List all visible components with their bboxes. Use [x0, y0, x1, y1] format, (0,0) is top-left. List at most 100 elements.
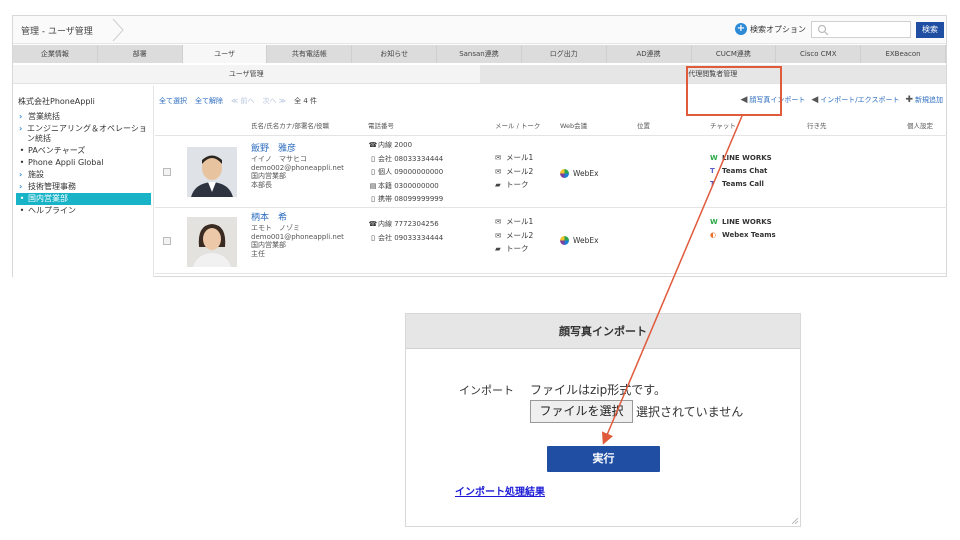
nav-tab[interactable]: Sansan連携	[437, 45, 522, 63]
row-checkbox[interactable]	[163, 168, 171, 176]
choose-file-button[interactable]: ファイルを選択	[530, 400, 633, 423]
phone-entry[interactable]: ☎内線 2000	[368, 139, 443, 153]
webex-label: WebEx	[573, 169, 599, 178]
nav-tab[interactable]: Cisco CMX	[776, 45, 862, 63]
nav-tab[interactable]: 共有電話帳	[267, 45, 353, 63]
user-name-link[interactable]: 柄本 希	[251, 213, 344, 224]
column-header-webmeeting: Web会議	[560, 122, 588, 130]
company-name[interactable]: 株式会社PhoneAppli	[18, 96, 95, 107]
phone-entry[interactable]: ▯ 会社 09033334444	[368, 232, 443, 246]
phone-entry[interactable]: ☎内線 7772304256	[368, 218, 443, 232]
phone-entry[interactable]: ▯ 会社 08033334444	[368, 153, 443, 167]
user-name-block: 飯野 雅彦 イイノ マサヒコ demo002@phoneappli.net 国内…	[251, 144, 344, 189]
nav-tab[interactable]: お知らせ	[352, 45, 438, 63]
user-email: demo002@phoneappli.net	[251, 163, 344, 172]
column-header-phone: 電話番号	[368, 122, 394, 130]
nav-tab[interactable]: 企業情報	[13, 45, 98, 63]
phone-label: 会社 09033334444	[378, 233, 444, 242]
sidebar-item[interactable]: • ヘルプライン	[16, 205, 151, 217]
sidebar-item[interactable]: › 施設	[16, 169, 151, 181]
search-option-label: 検索オプション	[750, 24, 806, 34]
user-name-link[interactable]: 飯野 雅彦	[251, 144, 344, 155]
column-header-mail: メール / トーク	[495, 122, 541, 130]
row-checkbox[interactable]	[163, 237, 171, 245]
column-header-name: 氏名/氏名カナ/部署名/役職	[251, 122, 330, 130]
main-nav-tabs: 企業情報 部署 ユーザ 共有電話帳 お知らせ Sansan連携 ログ出力 AD連携 CUCM連携…	[13, 45, 946, 63]
tab-user-management[interactable]: ユーザ管理	[13, 65, 480, 83]
mail-label: メール1	[506, 153, 534, 162]
deselect-all-link[interactable]: 全て解除	[195, 96, 223, 106]
department-sidebar: 株式会社PhoneAppli › 営業統括 › エンジニアリング＆オペレーション統括 •…	[13, 86, 154, 277]
chat-link[interactable]: ◐ Webex Teams	[710, 229, 776, 242]
table-header: 氏名/氏名カナ/部署名/役職 電話番号 メール / トーク Web会議 位置 チ…	[155, 116, 947, 136]
phone-entry[interactable]: ▯ 個人 09000000000	[368, 166, 443, 180]
phone-entry[interactable]: ▯ 携帯 08099999999	[368, 193, 443, 207]
table-row: 飯野 雅彦 イイノ マサヒコ demo002@phoneappli.net 国内…	[155, 137, 947, 208]
male-avatar-icon	[187, 147, 237, 197]
chat-link[interactable]: W LINE WORKS	[710, 216, 776, 229]
mail-link[interactable]: ✉ メール1	[495, 151, 533, 165]
nav-tab[interactable]: EXBeacon	[861, 45, 946, 63]
sidebar-item-label: Phone Appli Global	[28, 158, 104, 167]
photo-import-highlight	[686, 66, 782, 116]
envelope-icon: ✉	[495, 217, 502, 226]
next-page-link[interactable]: 次へ ≫	[263, 96, 287, 106]
phone-label: 会社 08033334444	[378, 154, 444, 163]
fax-icon: ▤	[369, 181, 377, 190]
search-button[interactable]: 検索	[916, 22, 944, 38]
nav-tab[interactable]: 部署	[98, 45, 183, 63]
chat-link[interactable]: T Teams Chat	[710, 165, 772, 178]
breadcrumb-chevron-icon	[112, 18, 124, 42]
sidebar-item[interactable]: • PAベンチャーズ	[16, 145, 151, 157]
import-label: インポート	[459, 384, 514, 397]
import-export-button[interactable]: ◀ インポート/エクスポート	[811, 95, 899, 105]
mail-label: メール1	[506, 217, 534, 226]
nav-tab[interactable]: AD連携	[607, 45, 692, 63]
select-all-link[interactable]: 全て選択	[159, 96, 187, 106]
line-works-icon: W	[710, 218, 718, 226]
nav-tab[interactable]: ログ出力	[522, 45, 607, 63]
phone-label: 内線 2000	[378, 141, 413, 149]
mail-link[interactable]: ✉ メール2	[495, 165, 533, 179]
nav-tab[interactable]: ユーザ	[182, 45, 268, 63]
user-title: 本部長	[251, 180, 272, 189]
chat-label: Webex Teams	[722, 231, 776, 239]
department-list: › 営業統括 › エンジニアリング＆オペレーション統括 • PAベンチャーズ • Phone …	[16, 111, 151, 217]
sidebar-item[interactable]: › エンジニアリング＆オペレーション統括	[16, 123, 151, 145]
sidebar-item[interactable]: • Phone Appli Global	[16, 157, 151, 169]
header-spacer	[155, 116, 251, 135]
resize-handle-icon[interactable]	[792, 518, 798, 524]
new-user-button[interactable]: ✚ 新規追加	[905, 95, 943, 105]
user-name-block: 柄本 希 エモト ノゾミ demo001@phoneappli.net 国内営業…	[251, 213, 344, 258]
prev-page-link[interactable]: ≪ 前へ	[231, 96, 255, 106]
import-result-link[interactable]: インポート処理結果	[455, 483, 545, 498]
execute-button[interactable]: 実行	[547, 446, 660, 472]
sidebar-item[interactable]: • 国内営業部	[16, 193, 151, 205]
search-input[interactable]	[811, 21, 911, 38]
mail-link[interactable]: ✉ メール2	[495, 229, 533, 243]
sidebar-item-label: PAベンチャーズ	[28, 146, 86, 155]
sidebar-item-label: ヘルプライン	[28, 206, 76, 215]
female-avatar-icon	[187, 217, 237, 267]
envelope-icon: ✉	[495, 166, 502, 176]
mail-link[interactable]: ✉ メール1	[495, 215, 533, 229]
phone-list: ☎内線 2000 ▯ 会社 08033334444 ▯ 個人 09000000000…	[368, 139, 444, 207]
talk-link[interactable]: ▰ トーク	[495, 178, 533, 192]
new-user-label: 新規追加	[915, 96, 943, 104]
webex-button[interactable]: WebEx	[560, 169, 599, 178]
sidebar-item[interactable]: › 技術管理事務	[16, 181, 151, 193]
talk-link[interactable]: ▰ トーク	[495, 242, 533, 256]
phone-entry[interactable]: ▤ 本籍 0300000000	[368, 180, 443, 194]
sidebar-item-label: エンジニアリング＆オペレーション統括	[27, 124, 147, 143]
sidebar-item[interactable]: › 営業統括	[16, 111, 151, 123]
search-option-button[interactable]: + 検索オプション	[735, 23, 806, 35]
webex-button[interactable]: WebEx	[560, 236, 599, 245]
nav-tab[interactable]: CUCM連携	[692, 45, 777, 63]
user-dept: 国内営業部	[251, 172, 286, 180]
chat-link[interactable]: T Teams Call	[710, 178, 772, 191]
mobile-icon: ▯	[371, 233, 375, 242]
webex-icon	[560, 236, 569, 245]
chat-link[interactable]: W LINE WORKS	[710, 152, 772, 165]
user-photo	[187, 217, 237, 267]
user-dept: 国内営業部	[251, 241, 286, 249]
